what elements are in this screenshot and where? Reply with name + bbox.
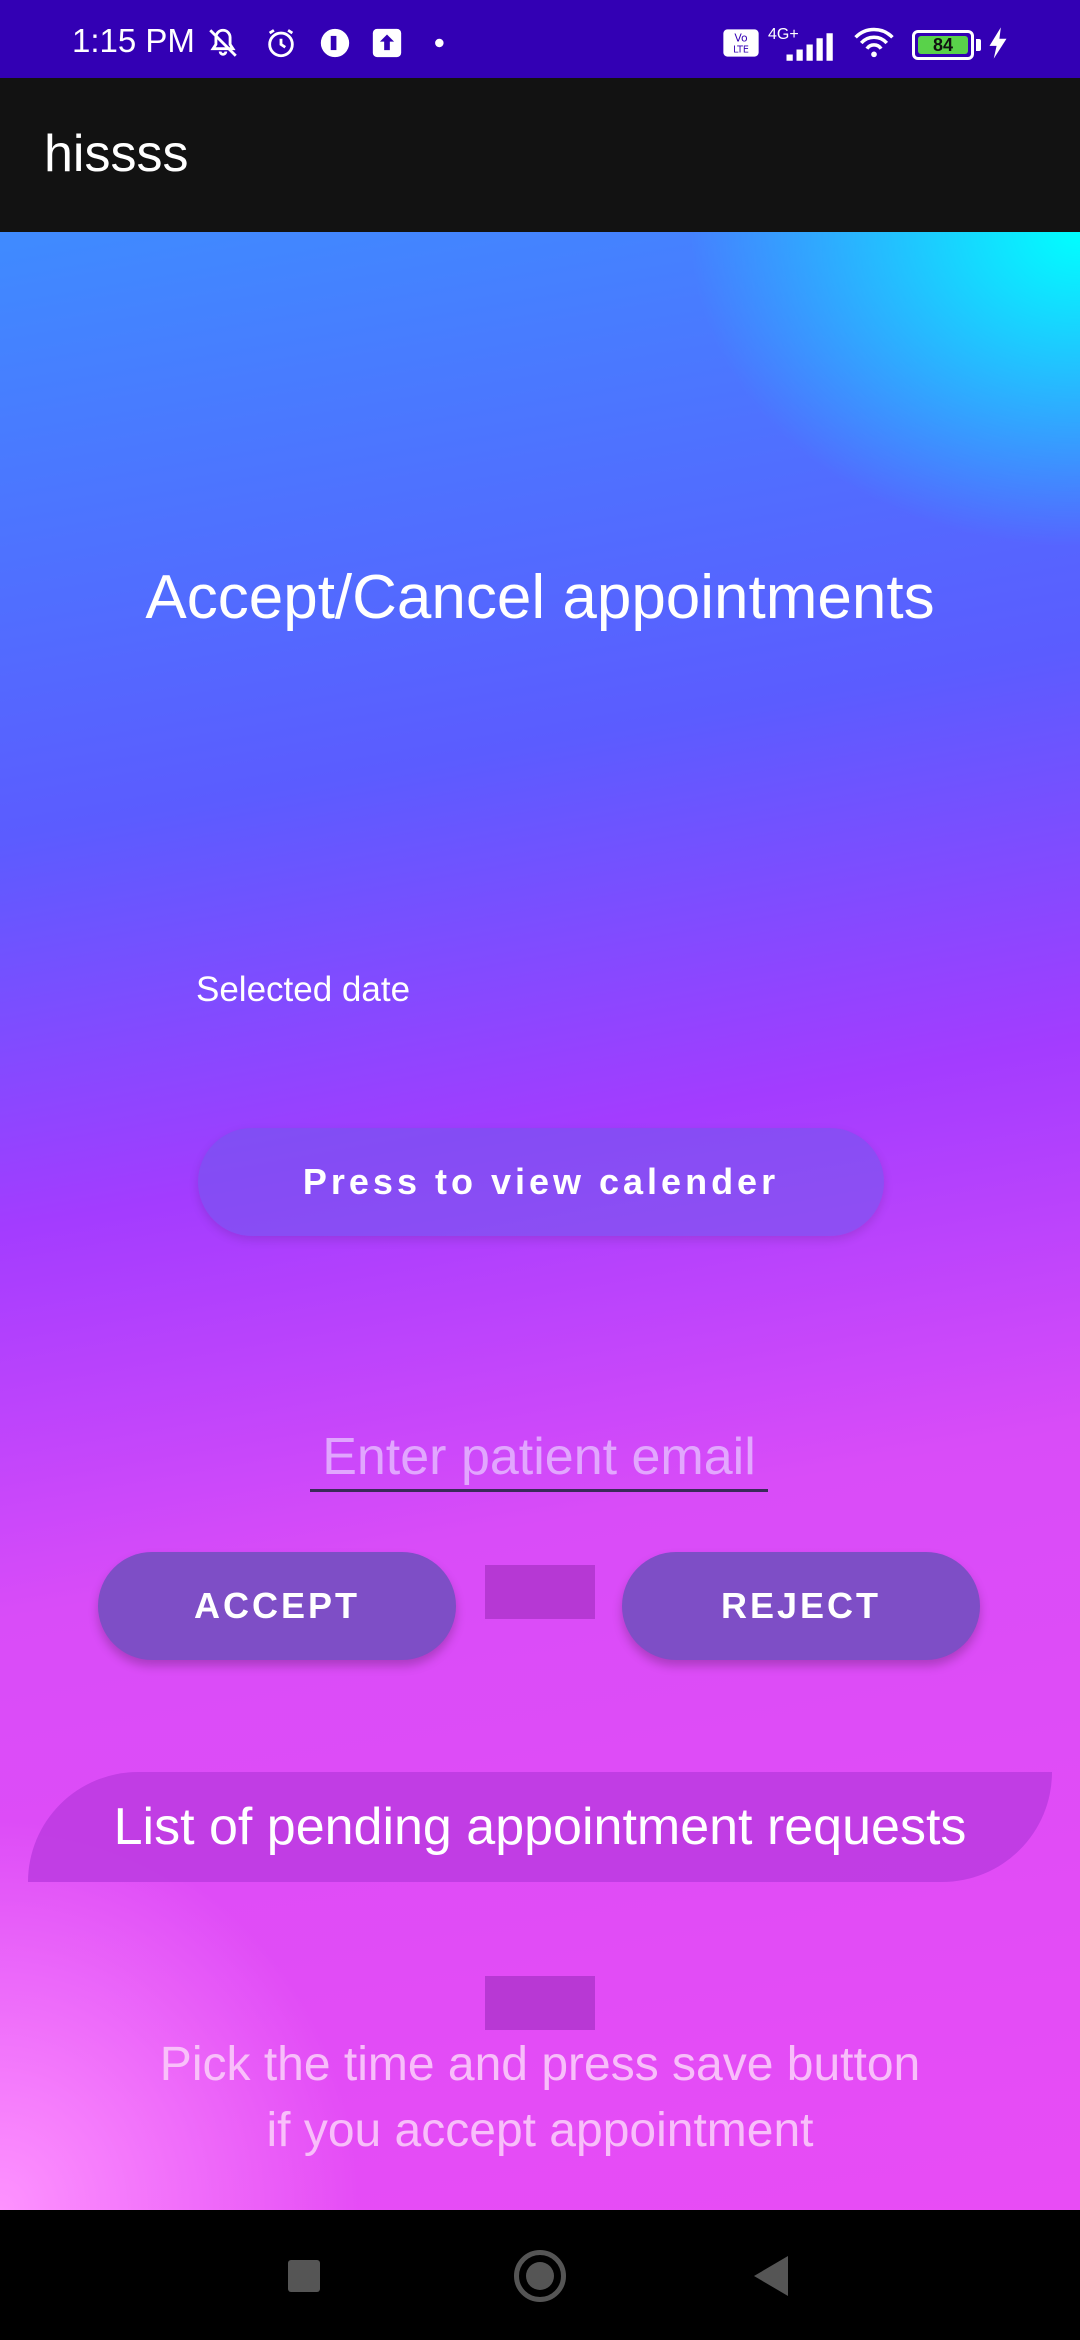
home-icon-inner [526,2262,554,2290]
status-time: 1:15 PM [72,22,195,59]
navigation-bar [0,2210,1080,2340]
alarm-icon [268,29,294,58]
app-title: hissss [44,125,189,183]
mute-icon [209,28,237,57]
battery-level: 84 [932,35,954,55]
upload-icon [372,28,402,58]
charging-icon [989,27,1007,59]
reject-button[interactable]: REJECT [622,1552,980,1660]
selected-date-label: Selected date [196,970,411,1009]
battery-icon: 84 [912,30,974,60]
placeholder-block [485,1565,595,1619]
view-calendar-button[interactable]: Press to view calender [198,1128,884,1236]
pending-requests-banner[interactable]: List of pending appointment requests [28,1772,1052,1882]
home-icon[interactable] [514,2250,566,2302]
status-bar: 1:15 PM Vo LTE 4G+ 84 [0,0,1080,78]
hint-line: Pick the time and press save button [159,2038,921,2091]
placeholder-block [485,1976,595,2030]
patient-email-field[interactable] [310,1424,768,1492]
svg-text:Vo: Vo [734,32,748,45]
back-icon[interactable] [754,2256,788,2296]
accept-button[interactable]: ACCEPT [98,1552,456,1660]
hint-text: Pick the time and press save button if y… [0,2032,1080,2164]
svg-text:LTE: LTE [733,45,749,56]
app-icon [320,28,350,58]
volte-icon: Vo LTE [723,29,759,57]
hint-line: if you accept appointment [266,2104,814,2157]
dot-icon [435,38,444,48]
page-title: Accept/Cancel appointments [145,563,935,632]
battery-tip [976,39,981,51]
main-content: Accept/Cancel appointments Selected date… [0,232,1080,2210]
recents-icon[interactable] [288,2260,320,2292]
app-bar: hissss [0,78,1080,232]
wifi-icon [854,27,894,58]
signal-icon [786,33,833,61]
